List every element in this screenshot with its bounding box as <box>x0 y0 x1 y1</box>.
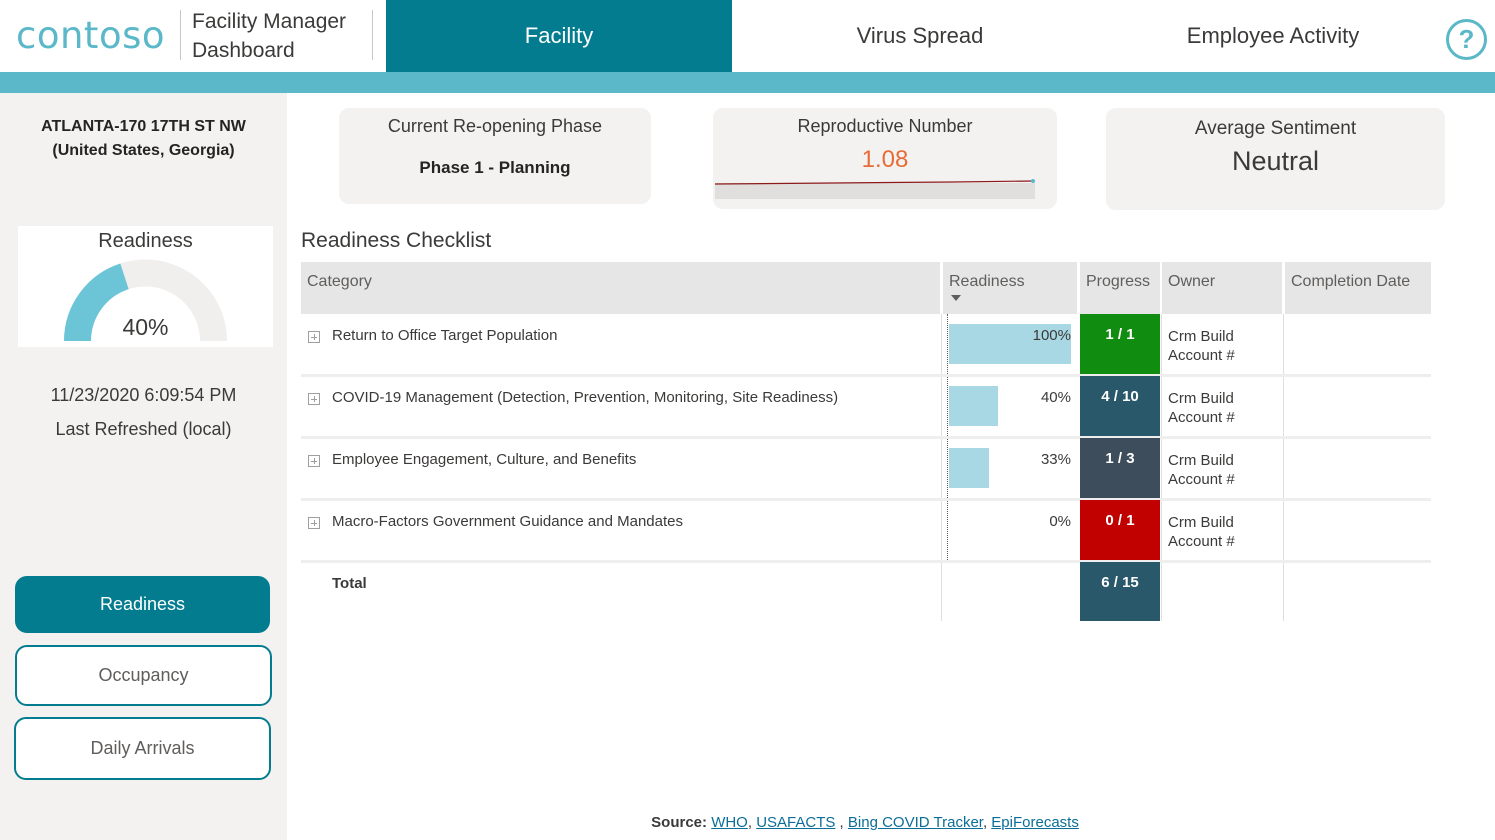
app-title-line2: Dashboard <box>192 39 295 62</box>
facility-location: ATLANTA-170 17TH ST NW (United States, G… <box>0 115 287 163</box>
row-category: Macro-Factors Government Guidance and Ma… <box>332 513 683 530</box>
tab-facility[interactable]: Facility <box>386 0 732 72</box>
row-owner: Crm Build Account # <box>1168 389 1235 427</box>
source-link-who[interactable]: WHO <box>711 814 748 831</box>
sentiment-value: Neutral <box>1231 146 1320 176</box>
tab-employee-activity[interactable]: Employee Activity <box>1100 0 1446 72</box>
table-row[interactable]: Macro-Factors Government Guidance and Ma… <box>301 500 1431 562</box>
reproductive-number-card: Reproductive Number 1.08 <box>713 108 1057 209</box>
readiness-button[interactable]: Readiness <box>15 576 270 633</box>
sidebar: ATLANTA-170 17TH ST NW (United States, G… <box>0 93 287 840</box>
app-title: Facility Manager Dashboard <box>192 7 346 65</box>
readiness-bar <box>949 386 998 426</box>
row-category: COVID-19 Management (Detection, Preventi… <box>332 389 839 406</box>
row-owner: Crm Build Account # <box>1168 513 1235 551</box>
gauge-value: 40% <box>122 314 169 340</box>
location-region: (United States, Georgia) <box>52 142 235 159</box>
row-owner: Crm Build Account # <box>1168 327 1235 365</box>
row-owner: Crm Build Account # <box>1168 451 1235 489</box>
help-icon[interactable]: ? <box>1446 19 1487 60</box>
sort-descending-icon <box>951 295 961 301</box>
column-header-owner[interactable]: Owner <box>1162 262 1282 314</box>
source-link-bing-covid-tracker[interactable]: Bing COVID Tracker <box>848 814 983 831</box>
progress-badge: 4 / 10 <box>1080 376 1160 436</box>
owner-line1: Crm Build <box>1168 452 1234 469</box>
readiness-percent: 100% <box>1032 327 1071 344</box>
header-band <box>0 72 1495 93</box>
progress-badge: 0 / 1 <box>1080 500 1160 560</box>
top-header: contoso Facility Manager Dashboard Facil… <box>0 0 1495 72</box>
phase-card: Current Re-opening Phase Phase 1 - Plann… <box>339 108 651 204</box>
column-header-readiness-label: Readiness <box>949 273 1025 290</box>
readiness-percent: 40% <box>1040 389 1071 406</box>
owner-line2: Account # <box>1168 347 1235 364</box>
total-progress-badge: 6 / 15 <box>1080 562 1160 621</box>
header-divider <box>180 10 181 60</box>
checklist-title: Readiness Checklist <box>301 229 492 252</box>
reproductive-number-value: 1.08 <box>861 146 909 173</box>
gauge-title: Readiness <box>98 230 193 252</box>
contoso-logo: contoso <box>16 14 165 57</box>
readiness-percent: 0% <box>1049 513 1071 530</box>
source-link-usafacts[interactable]: USAFACTS <box>756 814 835 831</box>
location-address: ATLANTA-170 17TH ST NW <box>41 118 246 135</box>
total-label: Total <box>332 575 367 592</box>
daily-arrivals-button[interactable]: Daily Arrivals <box>14 717 271 780</box>
sentiment-card: Average Sentiment Neutral <box>1106 108 1445 210</box>
owner-line2: Account # <box>1168 471 1235 488</box>
column-header-completion-date[interactable]: Completion Date <box>1285 262 1431 314</box>
owner-line1: Crm Build <box>1168 390 1234 407</box>
owner-line1: Crm Build <box>1168 514 1234 531</box>
progress-badge: 1 / 1 <box>1080 314 1160 376</box>
phase-title: Current Re-opening Phase <box>387 116 603 136</box>
column-header-category[interactable]: Category <box>301 262 940 314</box>
source-link-epiforecasts[interactable]: EpiForecasts <box>991 814 1079 831</box>
reproductive-number-sparkline <box>714 179 1035 199</box>
phase-value: Phase 1 - Planning <box>419 158 571 177</box>
readiness-bar <box>949 448 989 488</box>
tab-virus-spread[interactable]: Virus Spread <box>747 0 1093 72</box>
table-row[interactable]: COVID-19 Management (Detection, Preventi… <box>301 376 1431 438</box>
app-title-line1: Facility Manager <box>192 10 347 33</box>
last-refreshed-time: 11/23/2020 6:09:54 PM <box>50 385 237 405</box>
reproductive-number-title: Reproductive Number <box>797 116 973 136</box>
source-footer: Source: WHO, USAFACTS , Bing COVID Track… <box>651 814 1079 831</box>
progress-badge: 1 / 3 <box>1080 438 1160 498</box>
owner-line2: Account # <box>1168 533 1235 550</box>
header-divider <box>372 10 373 60</box>
expand-plus-icon[interactable] <box>308 393 320 405</box>
occupancy-button[interactable]: Occupancy <box>15 645 272 706</box>
source-label: Source: <box>651 814 708 831</box>
expand-plus-icon[interactable] <box>308 517 320 529</box>
column-header-progress[interactable]: Progress <box>1080 262 1160 314</box>
column-header-readiness[interactable]: Readiness <box>943 262 1077 314</box>
last-refreshed-label: Last Refreshed (local) <box>55 419 232 439</box>
expand-plus-icon[interactable] <box>308 455 320 467</box>
readiness-percent: 33% <box>1040 451 1071 468</box>
row-category: Return to Office Target Population <box>332 327 558 344</box>
sparkline-area <box>715 183 1035 199</box>
table-row[interactable]: Employee Engagement, Culture, and Benefi… <box>301 438 1431 500</box>
sentiment-title: Average Sentiment <box>1194 118 1357 139</box>
readiness-gauge-card: Readiness 40% <box>18 226 273 347</box>
row-category: Employee Engagement, Culture, and Benefi… <box>332 451 637 468</box>
owner-line2: Account # <box>1168 409 1235 426</box>
total-row: Total 6 / 15 <box>301 562 1431 621</box>
table-row[interactable]: Return to Office Target Population 100% … <box>301 314 1431 376</box>
sparkline-point <box>1031 179 1035 183</box>
owner-line1: Crm Build <box>1168 328 1234 345</box>
expand-plus-icon[interactable] <box>308 331 320 343</box>
